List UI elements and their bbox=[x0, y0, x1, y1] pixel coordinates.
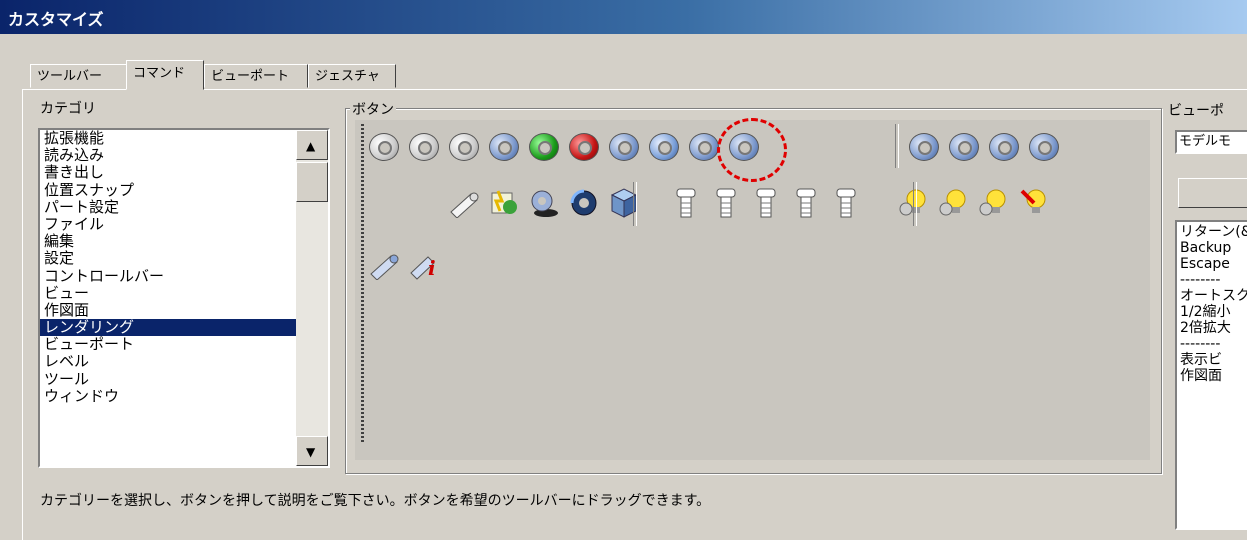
cylinder-icon[interactable] bbox=[445, 186, 483, 224]
description-line: 作図面 bbox=[1180, 368, 1222, 384]
separator bbox=[895, 124, 899, 168]
list-item[interactable]: 作図面 bbox=[40, 301, 328, 319]
info-icon[interactable]: i bbox=[405, 248, 443, 286]
list-item[interactable]: ツール bbox=[40, 370, 328, 388]
scroll-thumb[interactable] bbox=[296, 162, 328, 202]
light-bulb-icon[interactable] bbox=[975, 186, 1013, 224]
bolt-icon[interactable] bbox=[667, 186, 705, 224]
buttons-group-label: ボタン bbox=[350, 99, 396, 119]
render-ring-blue-icon[interactable] bbox=[945, 128, 983, 166]
tab-viewport[interactable]: ビューポート bbox=[204, 64, 308, 88]
bolt-icon[interactable] bbox=[707, 186, 745, 224]
category-scrollbar[interactable]: ▲ ▼ bbox=[296, 130, 328, 466]
arrow-up-icon: ▲ bbox=[306, 139, 316, 153]
tab-gesture[interactable]: ジェスチャ bbox=[308, 64, 396, 88]
list-item[interactable]: 拡張機能 bbox=[40, 130, 328, 147]
render-ring-icon[interactable] bbox=[445, 128, 483, 166]
description-line: 2倍拡大 bbox=[1180, 320, 1231, 336]
description-line: -------- bbox=[1180, 272, 1221, 288]
render-ring-selected-icon[interactable] bbox=[645, 128, 683, 166]
list-item[interactable]: コントロールバー bbox=[40, 267, 328, 285]
list-item[interactable]: ウィンドウ bbox=[40, 387, 328, 405]
description-line: Backup bbox=[1180, 240, 1232, 256]
render-ring-blue-icon[interactable] bbox=[905, 128, 943, 166]
render-ring-blue-icon[interactable] bbox=[605, 128, 643, 166]
arrow-down-icon: ▼ bbox=[306, 445, 316, 459]
render-ring-green-icon[interactable] bbox=[525, 128, 563, 166]
highlight-circle bbox=[717, 118, 787, 182]
texture-icon[interactable] bbox=[485, 186, 523, 224]
render-ring-icon[interactable] bbox=[365, 128, 403, 166]
bolt-icon[interactable] bbox=[787, 186, 825, 224]
description-line: オートスク bbox=[1180, 288, 1247, 304]
list-item[interactable]: レベル bbox=[40, 353, 328, 370]
scroll-down-button[interactable]: ▼ bbox=[296, 436, 328, 466]
render-ring-red-icon[interactable] bbox=[565, 128, 603, 166]
tab-toolbar[interactable]: ツールバー bbox=[30, 64, 128, 88]
list-item[interactable]: 位置スナップ bbox=[40, 181, 328, 199]
viewport-button[interactable] bbox=[1178, 178, 1247, 208]
hint-text: カテゴリーを選択し、ボタンを押して説明をご覧下さい。ボタンを希望のツールバーにド… bbox=[40, 493, 711, 509]
ring-shadow-icon[interactable] bbox=[525, 186, 563, 224]
list-item[interactable]: レンダリング bbox=[40, 318, 328, 337]
separator bbox=[633, 182, 637, 226]
viewport-label: ビューポ bbox=[1168, 103, 1224, 119]
category-list[interactable]: 拡張機能 読み込み 書き出し 位置スナップ パート設定 ファイル 編集 設定 コントロールバービ… bbox=[38, 128, 330, 468]
list-item[interactable]: ファイル bbox=[40, 215, 328, 233]
list-item[interactable]: ビュー bbox=[40, 284, 328, 302]
render-ring-blue-icon[interactable] bbox=[485, 128, 523, 166]
scroll-up-button[interactable]: ▲ bbox=[296, 130, 328, 160]
toolbar-grip[interactable] bbox=[361, 124, 364, 444]
render-ring-blue-icon[interactable] bbox=[985, 128, 1023, 166]
description-box: リターン(& Backup Escape -------- オートスク 1/2縮小 2倍拡大… bbox=[1175, 220, 1247, 530]
viewport-combo[interactable]: モデルモ bbox=[1175, 130, 1247, 154]
list-item[interactable]: 編集 bbox=[40, 233, 328, 250]
list-item[interactable]: 設定 bbox=[40, 250, 328, 267]
ring-dark-icon[interactable] bbox=[565, 186, 603, 224]
tab-commands[interactable]: コマンド bbox=[126, 60, 204, 90]
category-label: カテゴリ bbox=[40, 101, 96, 117]
window-title: カスタマイズ bbox=[8, 10, 104, 29]
svg-text:i: i bbox=[428, 256, 436, 280]
description-line: 表示ビ bbox=[1180, 352, 1222, 368]
light-bulb-off-icon[interactable] bbox=[1015, 186, 1053, 224]
list-item[interactable]: パート設定 bbox=[40, 198, 328, 216]
bolt-icon[interactable] bbox=[827, 186, 865, 224]
list-item[interactable]: 書き出し bbox=[40, 164, 328, 181]
light-bulb-icon[interactable] bbox=[935, 186, 973, 224]
title-bar: カスタマイズ bbox=[0, 0, 1247, 34]
separator bbox=[913, 182, 917, 226]
description-line: Escape bbox=[1180, 256, 1230, 272]
description-line: 1/2縮小 bbox=[1180, 304, 1231, 320]
render-ring-icon[interactable] bbox=[405, 128, 443, 166]
render-ring-blue-icon[interactable] bbox=[1025, 128, 1063, 166]
description-line: -------- bbox=[1180, 336, 1221, 352]
list-item[interactable]: ビューポート bbox=[40, 336, 328, 353]
cube-icon[interactable] bbox=[605, 186, 643, 224]
list-item[interactable]: 読み込み bbox=[40, 147, 328, 164]
description-line: リターン(& bbox=[1180, 224, 1247, 240]
bolt-icon[interactable] bbox=[747, 186, 785, 224]
cylinder-blue-icon[interactable] bbox=[365, 248, 403, 286]
